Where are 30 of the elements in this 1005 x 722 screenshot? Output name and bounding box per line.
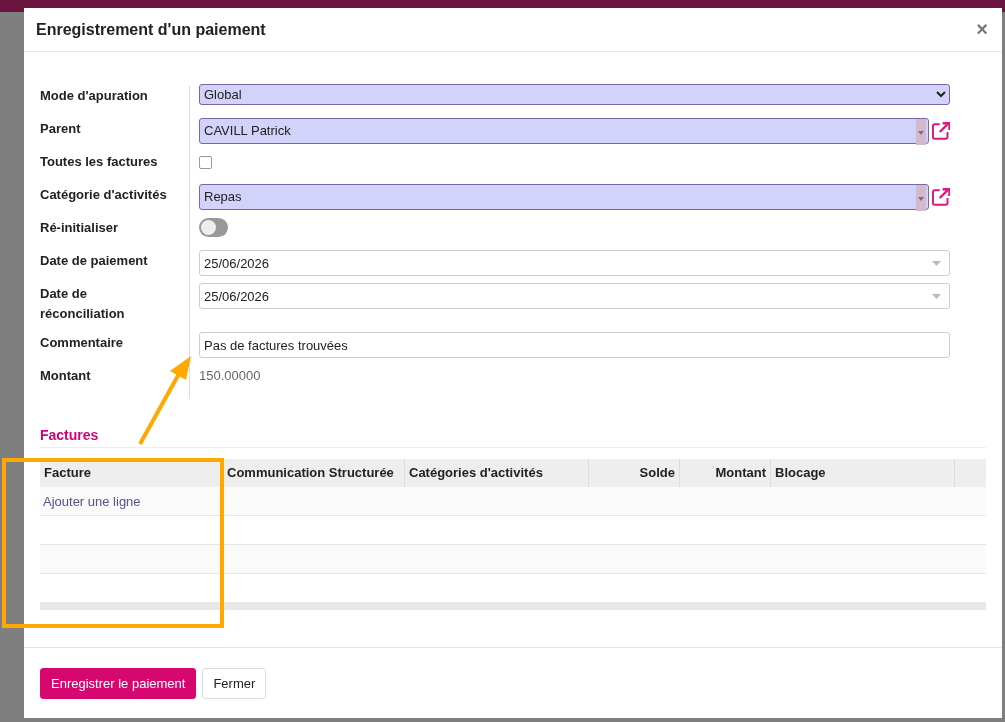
field-label: Date de réconciliation (40, 284, 190, 333)
field-label: Mode d'apuration (40, 86, 190, 119)
dialog-button[interactable]: Enregistrer le paiement (40, 667, 197, 699)
lookup-field[interactable]: Repas (199, 184, 929, 210)
date-field[interactable]: 25/06/2026 (199, 283, 950, 309)
add-line-link[interactable]: Ajouter une ligne (40, 493, 141, 509)
dialog-button[interactable]: Fermer (202, 667, 267, 699)
toggle-switch[interactable] (199, 218, 228, 237)
dropdown-icon (915, 185, 926, 211)
external-link-icon[interactable] (930, 187, 950, 207)
section-title: Factures (40, 427, 986, 448)
dialog-title: Enregistrement d'un paiement (36, 20, 266, 39)
field-label: Catégorie d'activités (40, 185, 190, 218)
date-field[interactable]: 25/06/2026 (199, 250, 950, 276)
external-link-icon[interactable] (930, 121, 950, 141)
caret-icon (932, 260, 941, 266)
field-label: Toutes les factures (40, 152, 190, 185)
field-label: Ré-initialiser (40, 218, 190, 251)
close-button[interactable]: × (974, 18, 990, 41)
scrollbar[interactable] (40, 603, 986, 610)
lookup-field[interactable]: CAVILL Patrick (199, 118, 929, 144)
checkbox[interactable] (199, 156, 212, 169)
field-label: Parent (40, 119, 190, 152)
chevron-down-icon (936, 91, 946, 98)
caret-icon (932, 293, 941, 299)
select-field[interactable]: Global (199, 84, 950, 105)
field-label: Date de paiement (40, 251, 190, 284)
amount-value: 150.00000 (199, 367, 261, 385)
input-field[interactable]: Pas de factures trouvées (199, 332, 950, 358)
dropdown-icon (915, 119, 926, 145)
